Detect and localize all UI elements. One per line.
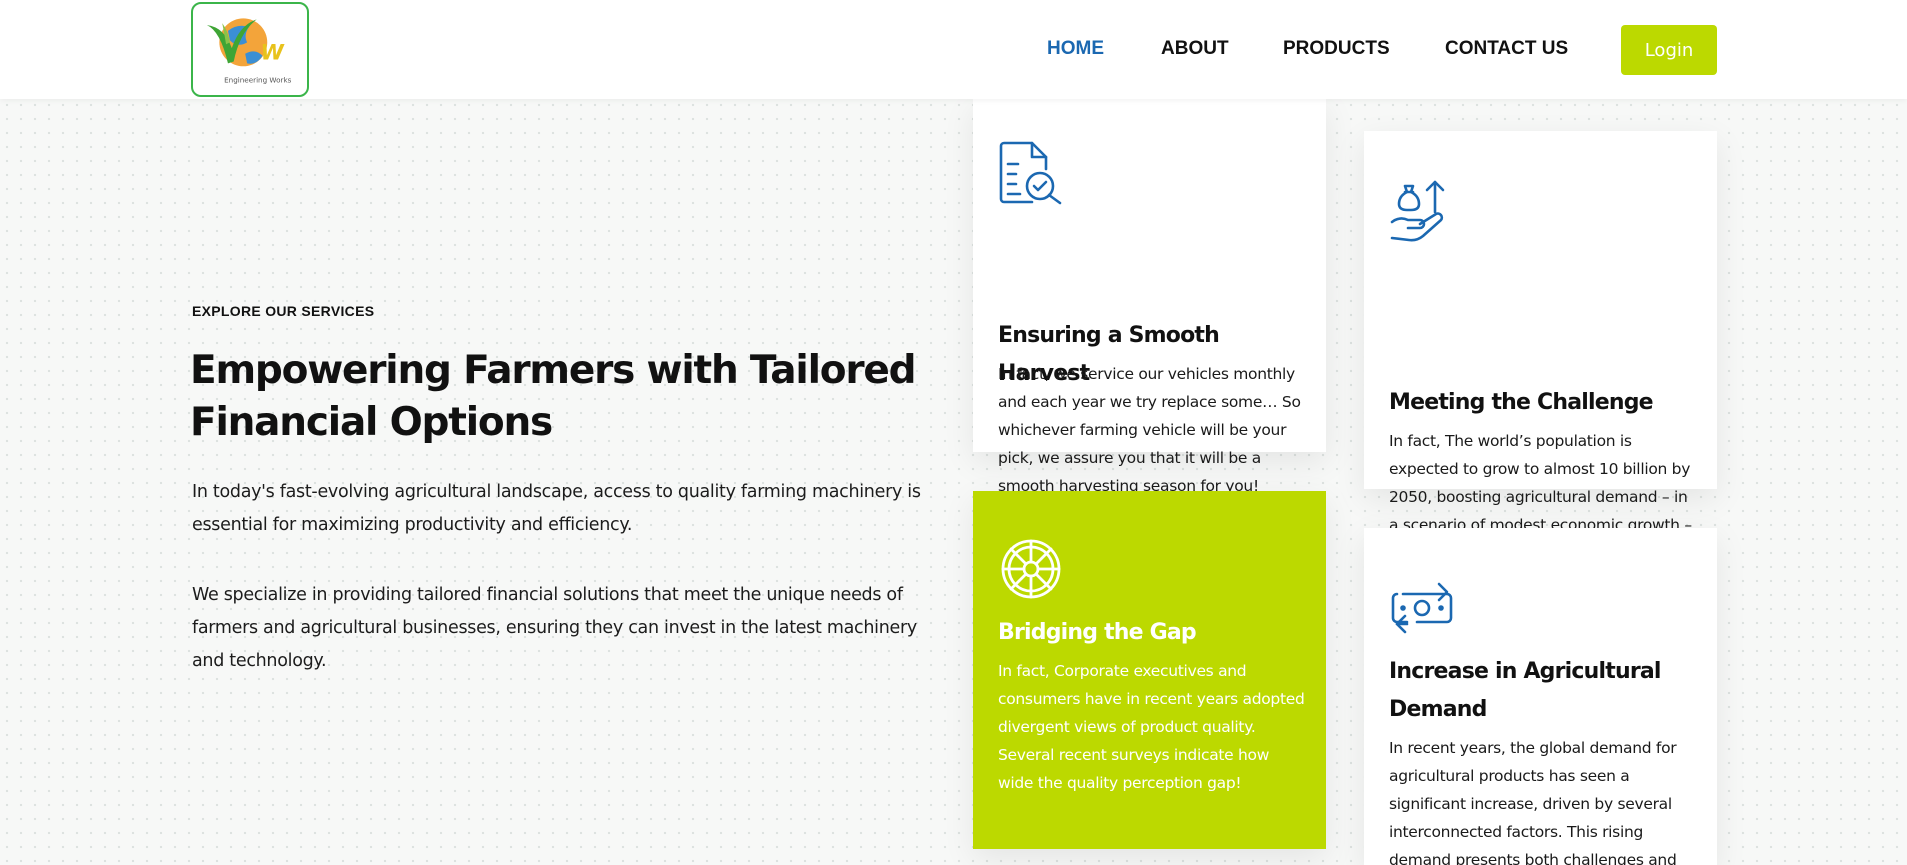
money-bag-hand-icon — [1389, 178, 1455, 244]
nav-home[interactable]: HOME — [1047, 38, 1104, 60]
document-search-icon — [998, 140, 1064, 206]
logo-text: Engineering Works — [224, 76, 291, 85]
service-card-smooth-harvest: Ensuring a Smooth Harvest In fact, we se… — [973, 99, 1326, 495]
ship-wheel-icon — [998, 536, 1064, 602]
service-card-meeting-challenge: Meeting the Challenge In fact, The world… — [1364, 131, 1717, 562]
section-eyebrow: EXPLORE OUR SERVICES — [192, 303, 375, 319]
hero-title: Empowering Farmers with Tailored Financi… — [190, 348, 917, 445]
site-header: W Engineering Works HOME ABOUT PRODUCTS … — [0, 0, 1907, 99]
nav-contact-us[interactable]: CONTACT US — [1445, 38, 1568, 60]
site-logo[interactable]: W Engineering Works — [191, 2, 309, 97]
card-title: Increase in Agricultural Demand — [1389, 659, 1661, 722]
logo-graphic: W Engineering Works — [206, 18, 292, 85]
svg-text:W: W — [261, 40, 286, 65]
money-exchange-icon — [1389, 576, 1455, 642]
hero-paragraph-2: We specialize in providing tailored fina… — [192, 585, 917, 671]
nav-about[interactable]: ABOUT — [1161, 38, 1229, 60]
card-text: In fact, Corporate executives and consum… — [998, 662, 1305, 792]
service-card-agricultural-demand: Increase in Agricultural Demand In recen… — [1364, 528, 1717, 865]
login-button[interactable]: Login — [1621, 25, 1717, 75]
hero-paragraph-1: In today's fast-evolving agricultural la… — [192, 482, 921, 535]
card-text: In fact, we service our vehicles monthly… — [998, 365, 1301, 495]
card-title: Bridging the Gap — [998, 620, 1197, 645]
nav-products[interactable]: PRODUCTS — [1283, 38, 1390, 60]
card-text: In recent years, the global demand for a… — [1389, 739, 1677, 865]
service-card-bridging-gap: Bridging the Gap In fact, Corporate exec… — [973, 491, 1326, 849]
card-title: Meeting the Challenge — [1389, 390, 1654, 415]
